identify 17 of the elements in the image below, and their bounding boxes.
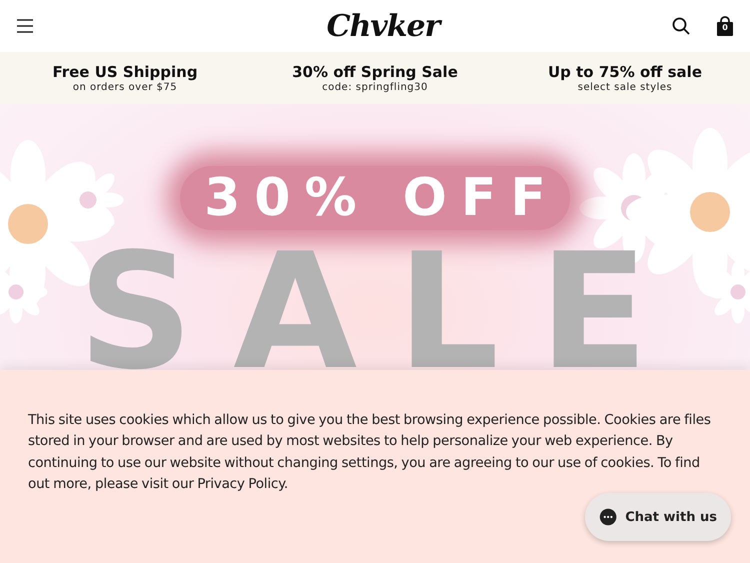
search-icon[interactable] — [672, 17, 690, 35]
brand-logo[interactable]: Chvker — [326, 8, 440, 44]
promo-subtitle: select sale styles — [578, 82, 672, 93]
promo-title: Up to 75% off sale — [548, 63, 702, 81]
sale-heading: SALE — [78, 232, 688, 392]
promo-subtitle: code: springfling30 — [322, 82, 428, 93]
shopping-bag-icon — [716, 16, 734, 36]
cart-count: 0 — [721, 23, 729, 32]
promo-subtitle: on orders over $75 — [72, 82, 178, 93]
chat-button[interactable]: Chat with us — [585, 493, 731, 541]
cart-button[interactable]: 0 — [716, 16, 734, 36]
hero-headline: 30% OFF — [180, 166, 570, 230]
chat-bubble-icon — [599, 506, 618, 528]
promo-title: Free US Shipping — [52, 63, 198, 81]
promo-title: 30% off Spring Sale — [292, 63, 458, 81]
menu-icon[interactable] — [16, 19, 34, 33]
cookie-notice: This site uses cookies which allow us to give you the best browsing experience possible. Cookies are files stored in your browser and are used by most websites to help personalize your web experience. By continuing to use our website without changing settings, you are agreeing to our use of cookies. To find out more, please visit our Privacy Policy. — [28, 411, 712, 494]
